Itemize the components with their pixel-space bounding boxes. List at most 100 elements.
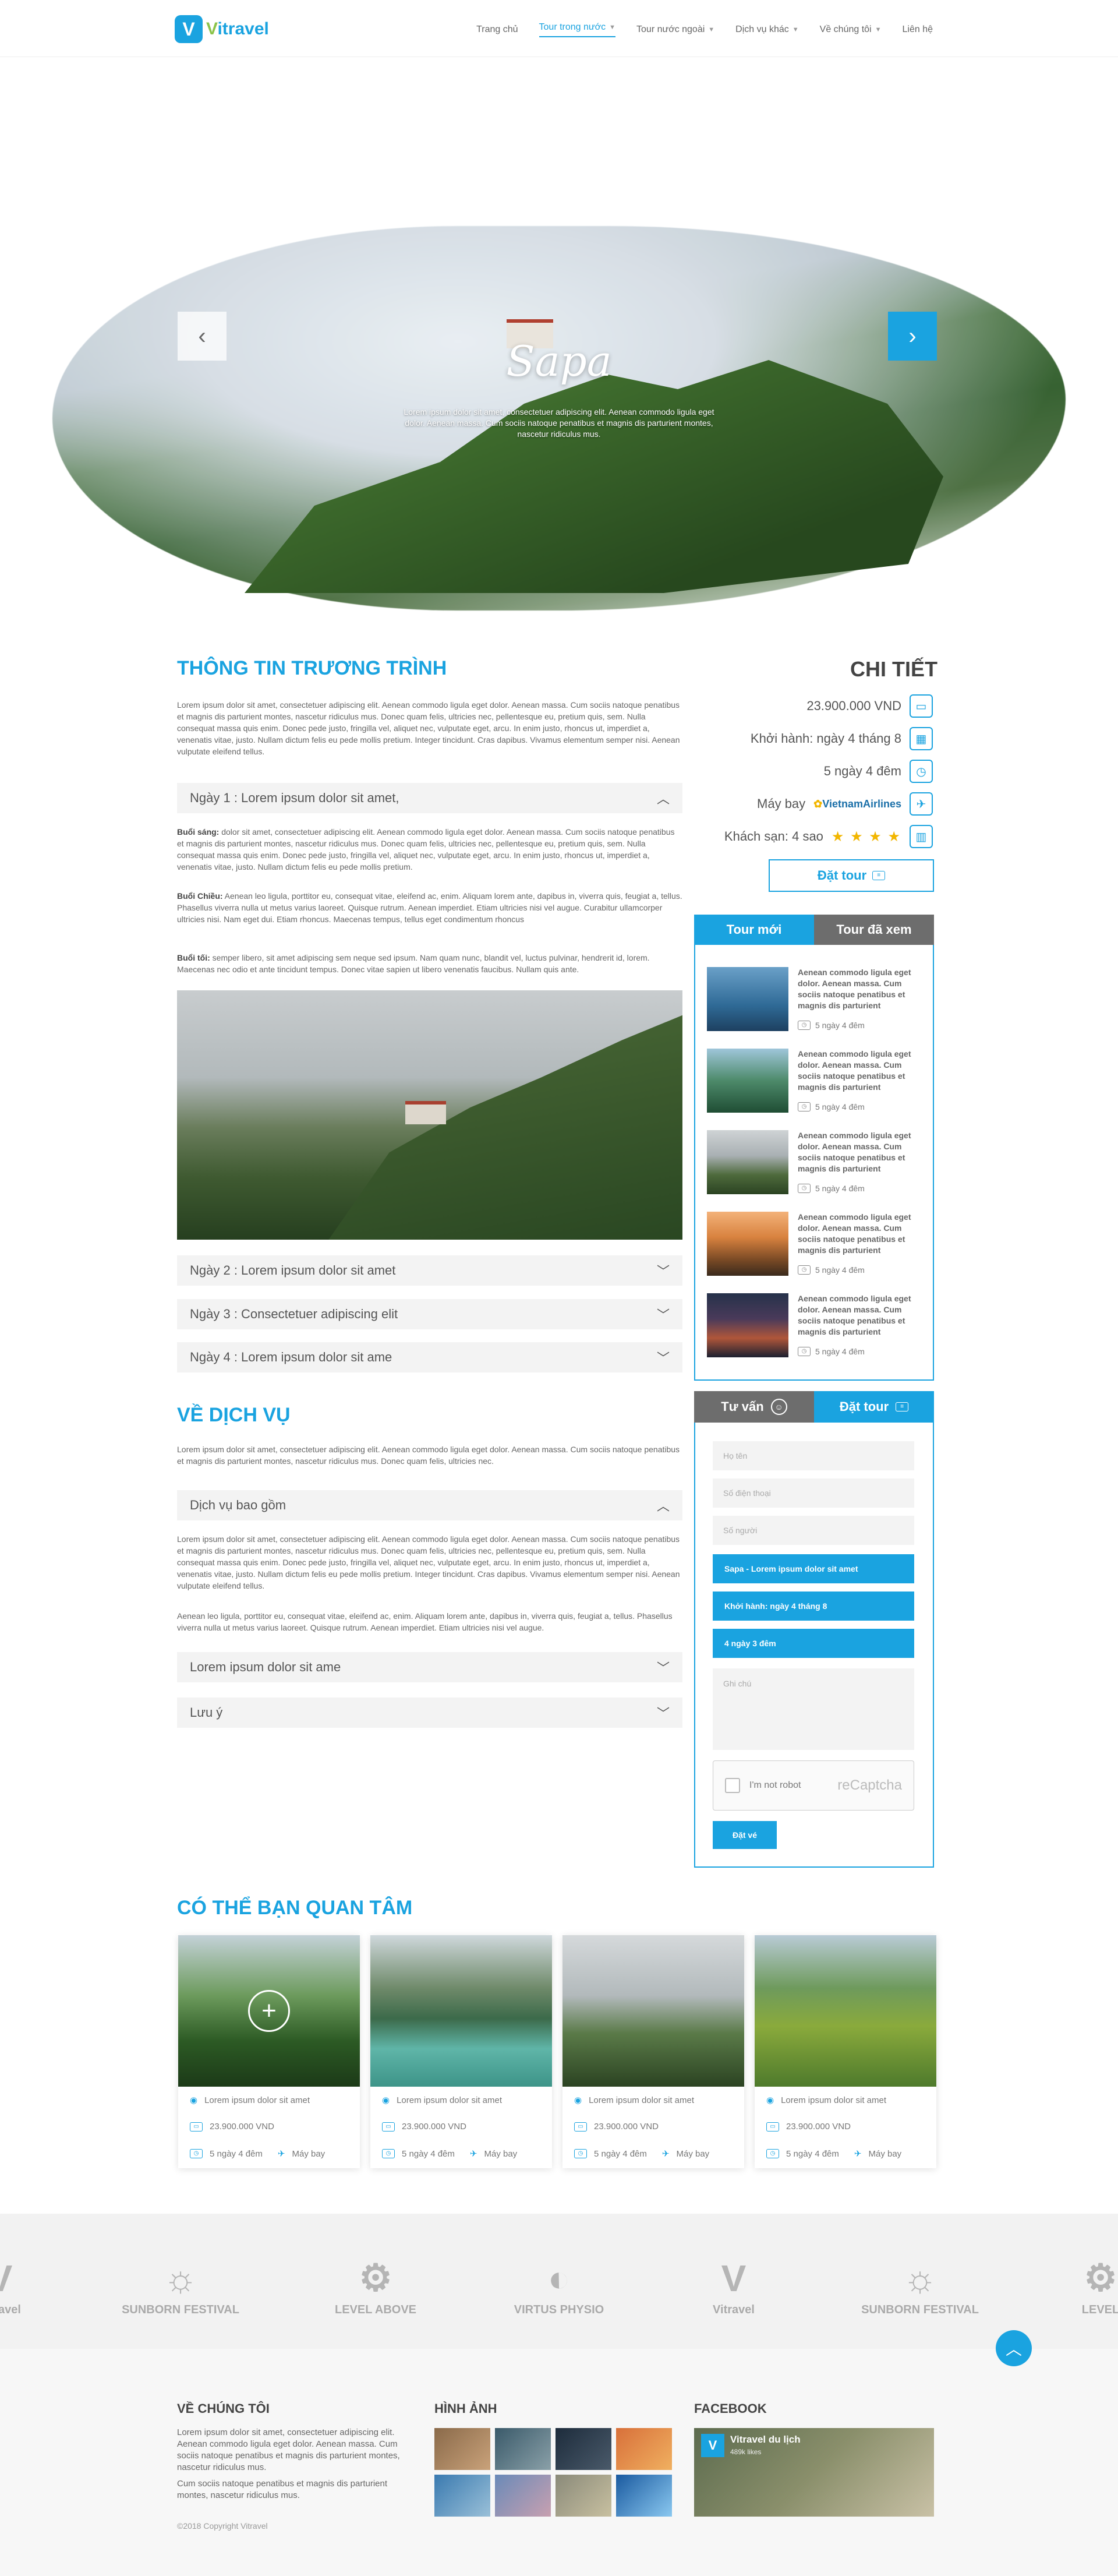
duration-select[interactable]: 4 ngày 3 đêm: [713, 1629, 914, 1658]
nav-label: Về chúng tôi: [819, 24, 872, 34]
accordion-label: Dịch vụ bao gồm: [190, 1498, 286, 1512]
nav-item-domestic-tours[interactable]: Tour trong nước ▼: [539, 22, 616, 37]
tour-thumbnail: [707, 1212, 788, 1276]
transport-text: Máy bay: [757, 796, 806, 811]
departure-select[interactable]: Khởi hành: ngày 4 tháng 8: [713, 1592, 914, 1621]
accordion-day-2[interactable]: Ngày 2 : Lorem ipsum dolor sit amet ﹀: [177, 1255, 682, 1286]
card-image: +: [178, 1935, 360, 2087]
card-image: [755, 1935, 936, 2087]
captcha-checkbox[interactable]: [725, 1778, 740, 1793]
accordion-day-4[interactable]: Ngày 4 : Lorem ipsum dolor sit ame ﹀: [177, 1342, 682, 1372]
submit-button[interactable]: Đặt vé: [713, 1821, 777, 1849]
slider-next-button[interactable]: ›: [888, 312, 937, 361]
mini-tour-item[interactable]: Aenean commodo ligula eget dolor. Aenean…: [707, 967, 922, 1037]
tab-new-tours[interactable]: Tour mới: [694, 915, 814, 945]
program-intro: Lorem ipsum dolor sit amet, consectetuer…: [177, 700, 680, 756]
clock-icon: ◷: [798, 1265, 811, 1275]
card-location: ◉ Lorem ipsum dolor sit amet: [574, 2095, 694, 2106]
accordion-notes[interactable]: Lưu ý ﹀: [177, 1698, 682, 1728]
phone-input[interactable]: Số điện thoại: [713, 1478, 914, 1508]
nav-item-foreign-tours[interactable]: Tour nước ngoài ▼: [636, 22, 714, 37]
clock-icon: ◷: [574, 2149, 587, 2158]
tour-card[interactable]: + ◉ Lorem ipsum dolor sit amet ▭ 23.900.00…: [178, 1935, 360, 2168]
detail-transport: Máy bay ✿VietnamAirlines ✈: [757, 792, 933, 816]
card-price: ▭ 23.900.000 VND: [766, 2122, 851, 2132]
note-textarea[interactable]: Ghi chú: [713, 1668, 914, 1750]
detail-duration: 5 ngày 4 đêm ◷: [824, 760, 933, 783]
location-text: Lorem ipsum dolor sit amet: [397, 2095, 502, 2105]
accordion-label: Ngày 2 : Lorem ipsum dolor sit amet: [190, 1263, 396, 1278]
plane-icon: ✈: [469, 2149, 477, 2159]
gallery-thumb[interactable]: [556, 2475, 611, 2517]
scroll-top-button[interactable]: ︿: [996, 2330, 1032, 2366]
mini-tour-item[interactable]: Aenean commodo ligula eget dolor. Aenean…: [707, 1130, 922, 1200]
slider-prev-button[interactable]: ‹: [178, 312, 227, 361]
accordion-label: Ngày 3 : Consectetuer adipiscing elit: [190, 1307, 398, 1321]
tour-card[interactable]: ◉ Lorem ipsum dolor sit amet ▭ 23.900.000 …: [562, 1935, 744, 2168]
tour-item-duration: ◷ 5 ngày 4 đêm: [798, 1265, 865, 1275]
accordion-included-services[interactable]: Dịch vụ bao gồm ︿: [177, 1490, 682, 1520]
location-pin-icon: ◉: [574, 2095, 582, 2105]
vitravel-logo-icon: V: [0, 2257, 13, 2299]
recaptcha-widget: I'm not robot reCaptcha: [713, 1760, 914, 1811]
evening-label: Buổi tối:: [177, 953, 210, 962]
nav-item-about[interactable]: Về chúng tôi ▼: [820, 22, 882, 37]
transport-text: Máy bay: [484, 2148, 518, 2159]
partner-logo: ⚙ LEVEL ABOVE: [312, 2243, 440, 2330]
site-logo[interactable]: V Vitravel: [175, 12, 269, 47]
day-1-morning: Buổi sáng: dolor sit amet, consectetuer …: [177, 826, 682, 873]
plus-icon[interactable]: +: [248, 1990, 290, 2032]
chevron-down-icon: ﹀: [656, 1264, 670, 1279]
accordion-day-1[interactable]: Ngày 1 : Lorem ipsum dolor sit amet, ︿: [177, 783, 682, 813]
plane-icon: ✈: [910, 792, 933, 816]
duration-text: 5 ngày 4 đêm: [594, 2148, 647, 2159]
mini-tour-item[interactable]: Aenean commodo ligula eget dolor. Aenean…: [707, 1212, 922, 1282]
book-tour-button[interactable]: Đặt tour ≡: [769, 859, 934, 892]
tour-item-duration: ◷ 5 ngày 4 đêm: [798, 1184, 865, 1193]
nav-item-contact[interactable]: Liên hệ: [903, 22, 933, 37]
tour-thumbnail: [707, 1049, 788, 1113]
gallery-thumb[interactable]: [495, 2475, 551, 2517]
tour-card[interactable]: ◉ Lorem ipsum dolor sit amet ▭ 23.900.000 …: [370, 1935, 552, 2168]
plane-icon: ✈: [661, 2149, 670, 2159]
nav-item-other-services[interactable]: Dịch vụ khác ▼: [735, 22, 798, 37]
tour-item-duration: ◷ 5 ngày 4 đêm: [798, 1347, 865, 1356]
mini-tour-item[interactable]: Aenean commodo ligula eget dolor. Aenean…: [707, 1049, 922, 1118]
program-title: THÔNG TIN TRƯƠNG TRÌNH: [177, 657, 447, 679]
chevron-right-icon: ›: [908, 323, 917, 349]
gallery-thumb[interactable]: [434, 2428, 490, 2470]
wallet-icon: ▭: [766, 2122, 779, 2132]
accordion-label: Lorem ipsum dolor sit ame: [190, 1660, 341, 1674]
tab-seen-tours[interactable]: Tour đã xem: [814, 915, 934, 945]
tab-book[interactable]: Đặt tour ≡: [814, 1391, 934, 1423]
hero-banner: Sapa Lorem ipsum dolor sit amet, consect…: [0, 57, 1118, 616]
gallery-thumb[interactable]: [556, 2428, 611, 2470]
gallery-thumb[interactable]: [616, 2428, 672, 2470]
chevron-up-icon: ︿: [1005, 2340, 1022, 2358]
accordion-services-2[interactable]: Lorem ipsum dolor sit ame ﹀: [177, 1652, 682, 1682]
location-text: Lorem ipsum dolor sit amet: [204, 2095, 310, 2105]
chevron-up-icon: ︿: [656, 1499, 670, 1513]
tour-item-text: Aenean commodo ligula eget dolor. Aenean…: [798, 1131, 911, 1173]
gallery-thumb[interactable]: [616, 2475, 672, 2517]
accordion-day-3[interactable]: Ngày 3 : Consectetuer adipiscing elit ﹀: [177, 1299, 682, 1329]
tab-label: Tư vấn: [721, 1399, 764, 1414]
clock-icon: ◷: [766, 2149, 779, 2158]
name-input[interactable]: Họ tên: [713, 1441, 914, 1470]
gallery-thumb[interactable]: [495, 2428, 551, 2470]
nav-item-home[interactable]: Trang chủ: [476, 22, 518, 37]
mini-tour-item[interactable]: Aenean commodo ligula eget dolor. Aenean…: [707, 1293, 922, 1363]
departure-text: Khởi hành: ngày 4 tháng 8: [750, 731, 901, 746]
card-price: ▭ 23.900.000 VND: [190, 2122, 274, 2132]
location-pin-icon: ◉: [766, 2095, 774, 2105]
tour-select[interactable]: Sapa - Lorem ipsum dolor sit amet: [713, 1554, 914, 1583]
hotel-text: Khách sạn: 4 sao: [724, 829, 823, 844]
gallery-thumb[interactable]: [434, 2475, 490, 2517]
facebook-widget[interactable]: V Vitravel du lịch 489k likes: [694, 2428, 934, 2517]
partner-logo: ☼ SUNBORN FESTIVAL: [116, 2243, 245, 2330]
tab-consult[interactable]: Tư vấn ☺: [694, 1391, 814, 1423]
card-location: ◉ Lorem ipsum dolor sit amet: [766, 2095, 886, 2106]
partner-logo: ☼ SUNBORN FESTIVAL: [856, 2243, 984, 2330]
people-input[interactable]: Số người: [713, 1516, 914, 1545]
tour-card[interactable]: ◉ Lorem ipsum dolor sit amet ▭ 23.900.000 …: [755, 1935, 936, 2168]
